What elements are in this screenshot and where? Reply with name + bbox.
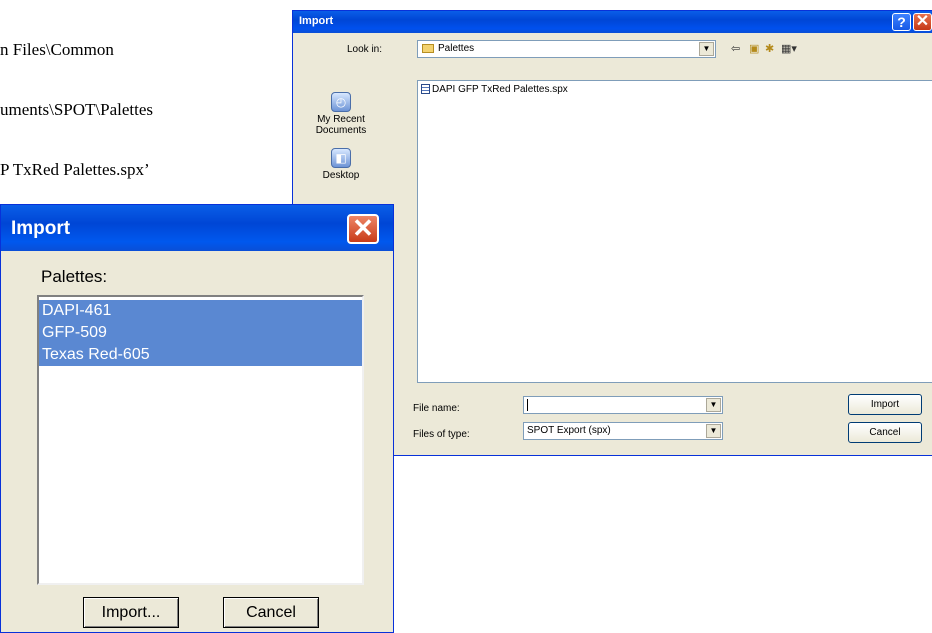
look-in-dropdown[interactable]: Palettes ▼ — [417, 40, 716, 58]
caption-line: uments\SPOT\Palettes — [0, 100, 153, 119]
file-name-field[interactable]: ▼ — [523, 396, 723, 414]
file-icon — [421, 84, 430, 94]
places-item-label: My Recent Documents — [315, 114, 367, 136]
text-caret — [527, 399, 528, 411]
file-name: DAPI GFP TxRed Palettes.spx — [432, 84, 568, 95]
back-icon[interactable]: ⇦ — [731, 42, 740, 55]
file-list[interactable]: DAPI GFP TxRed Palettes.spx — [417, 80, 932, 383]
palettes-label: Palettes: — [41, 267, 108, 286]
dialog-title: Import — [299, 15, 334, 27]
import-button[interactable]: Import... — [83, 597, 179, 628]
places-bar: ◴ My Recent Documents ◧ Desktop — [296, 69, 386, 219]
new-folder-icon[interactable]: ✱ — [765, 42, 774, 55]
help-button[interactable]: ? — [892, 13, 911, 31]
close-button[interactable]: ✕ — [347, 214, 379, 244]
recent-documents-icon: ◴ — [331, 92, 351, 112]
files-of-type-label: Files of type: — [413, 429, 470, 440]
up-folder-icon[interactable]: ▣ — [749, 42, 759, 55]
background-caption: n Files\Common uments\SPOT\Palettes P Tx… — [0, 0, 153, 200]
places-item-recent[interactable]: ◴ My Recent Documents — [296, 92, 386, 136]
desktop-icon: ◧ — [331, 148, 351, 168]
caption-line: n Files\Common — [0, 40, 114, 59]
files-of-type-value: SPOT Export (spx) — [527, 425, 611, 436]
import-button[interactable]: Import — [848, 394, 922, 415]
places-item-desktop[interactable]: ◧ Desktop — [296, 148, 386, 181]
list-item[interactable]: GFP-509 — [39, 322, 362, 344]
caption-line: P TxRed Palettes.spx’ — [0, 160, 150, 179]
cancel-button[interactable]: Cancel — [848, 422, 922, 443]
list-item[interactable]: DAPI GFP TxRed Palettes.spx — [421, 84, 568, 95]
title-bar[interactable]: Import ? ✕ — [293, 11, 932, 33]
look-in-value: Palettes — [438, 43, 475, 54]
title-bar[interactable]: Import ✕ — [1, 205, 393, 251]
chevron-down-icon[interactable]: ▼ — [706, 424, 721, 438]
dialog-title: Import — [11, 218, 71, 239]
list-item[interactable]: Texas Red-605 — [39, 344, 362, 366]
places-item-label: Desktop — [322, 170, 360, 181]
list-item[interactable]: DAPI-461 — [39, 300, 362, 322]
close-button[interactable]: ✕ — [913, 13, 932, 31]
palette-import-dialog: Import ✕ Palettes: DAPI-461 GFP-509 Texa… — [0, 204, 394, 633]
file-name-label: File name: — [413, 403, 460, 414]
files-of-type-dropdown[interactable]: SPOT Export (spx) ▼ — [523, 422, 723, 440]
view-menu-icon[interactable]: ▦▾ — [781, 42, 797, 55]
chevron-down-icon[interactable]: ▼ — [699, 42, 714, 56]
look-in-label: Look in: — [347, 44, 383, 55]
chevron-down-icon[interactable]: ▼ — [706, 398, 721, 412]
cancel-button[interactable]: Cancel — [223, 597, 319, 628]
palettes-list[interactable]: DAPI-461 GFP-509 Texas Red-605 — [37, 295, 364, 585]
folder-icon — [422, 44, 434, 53]
